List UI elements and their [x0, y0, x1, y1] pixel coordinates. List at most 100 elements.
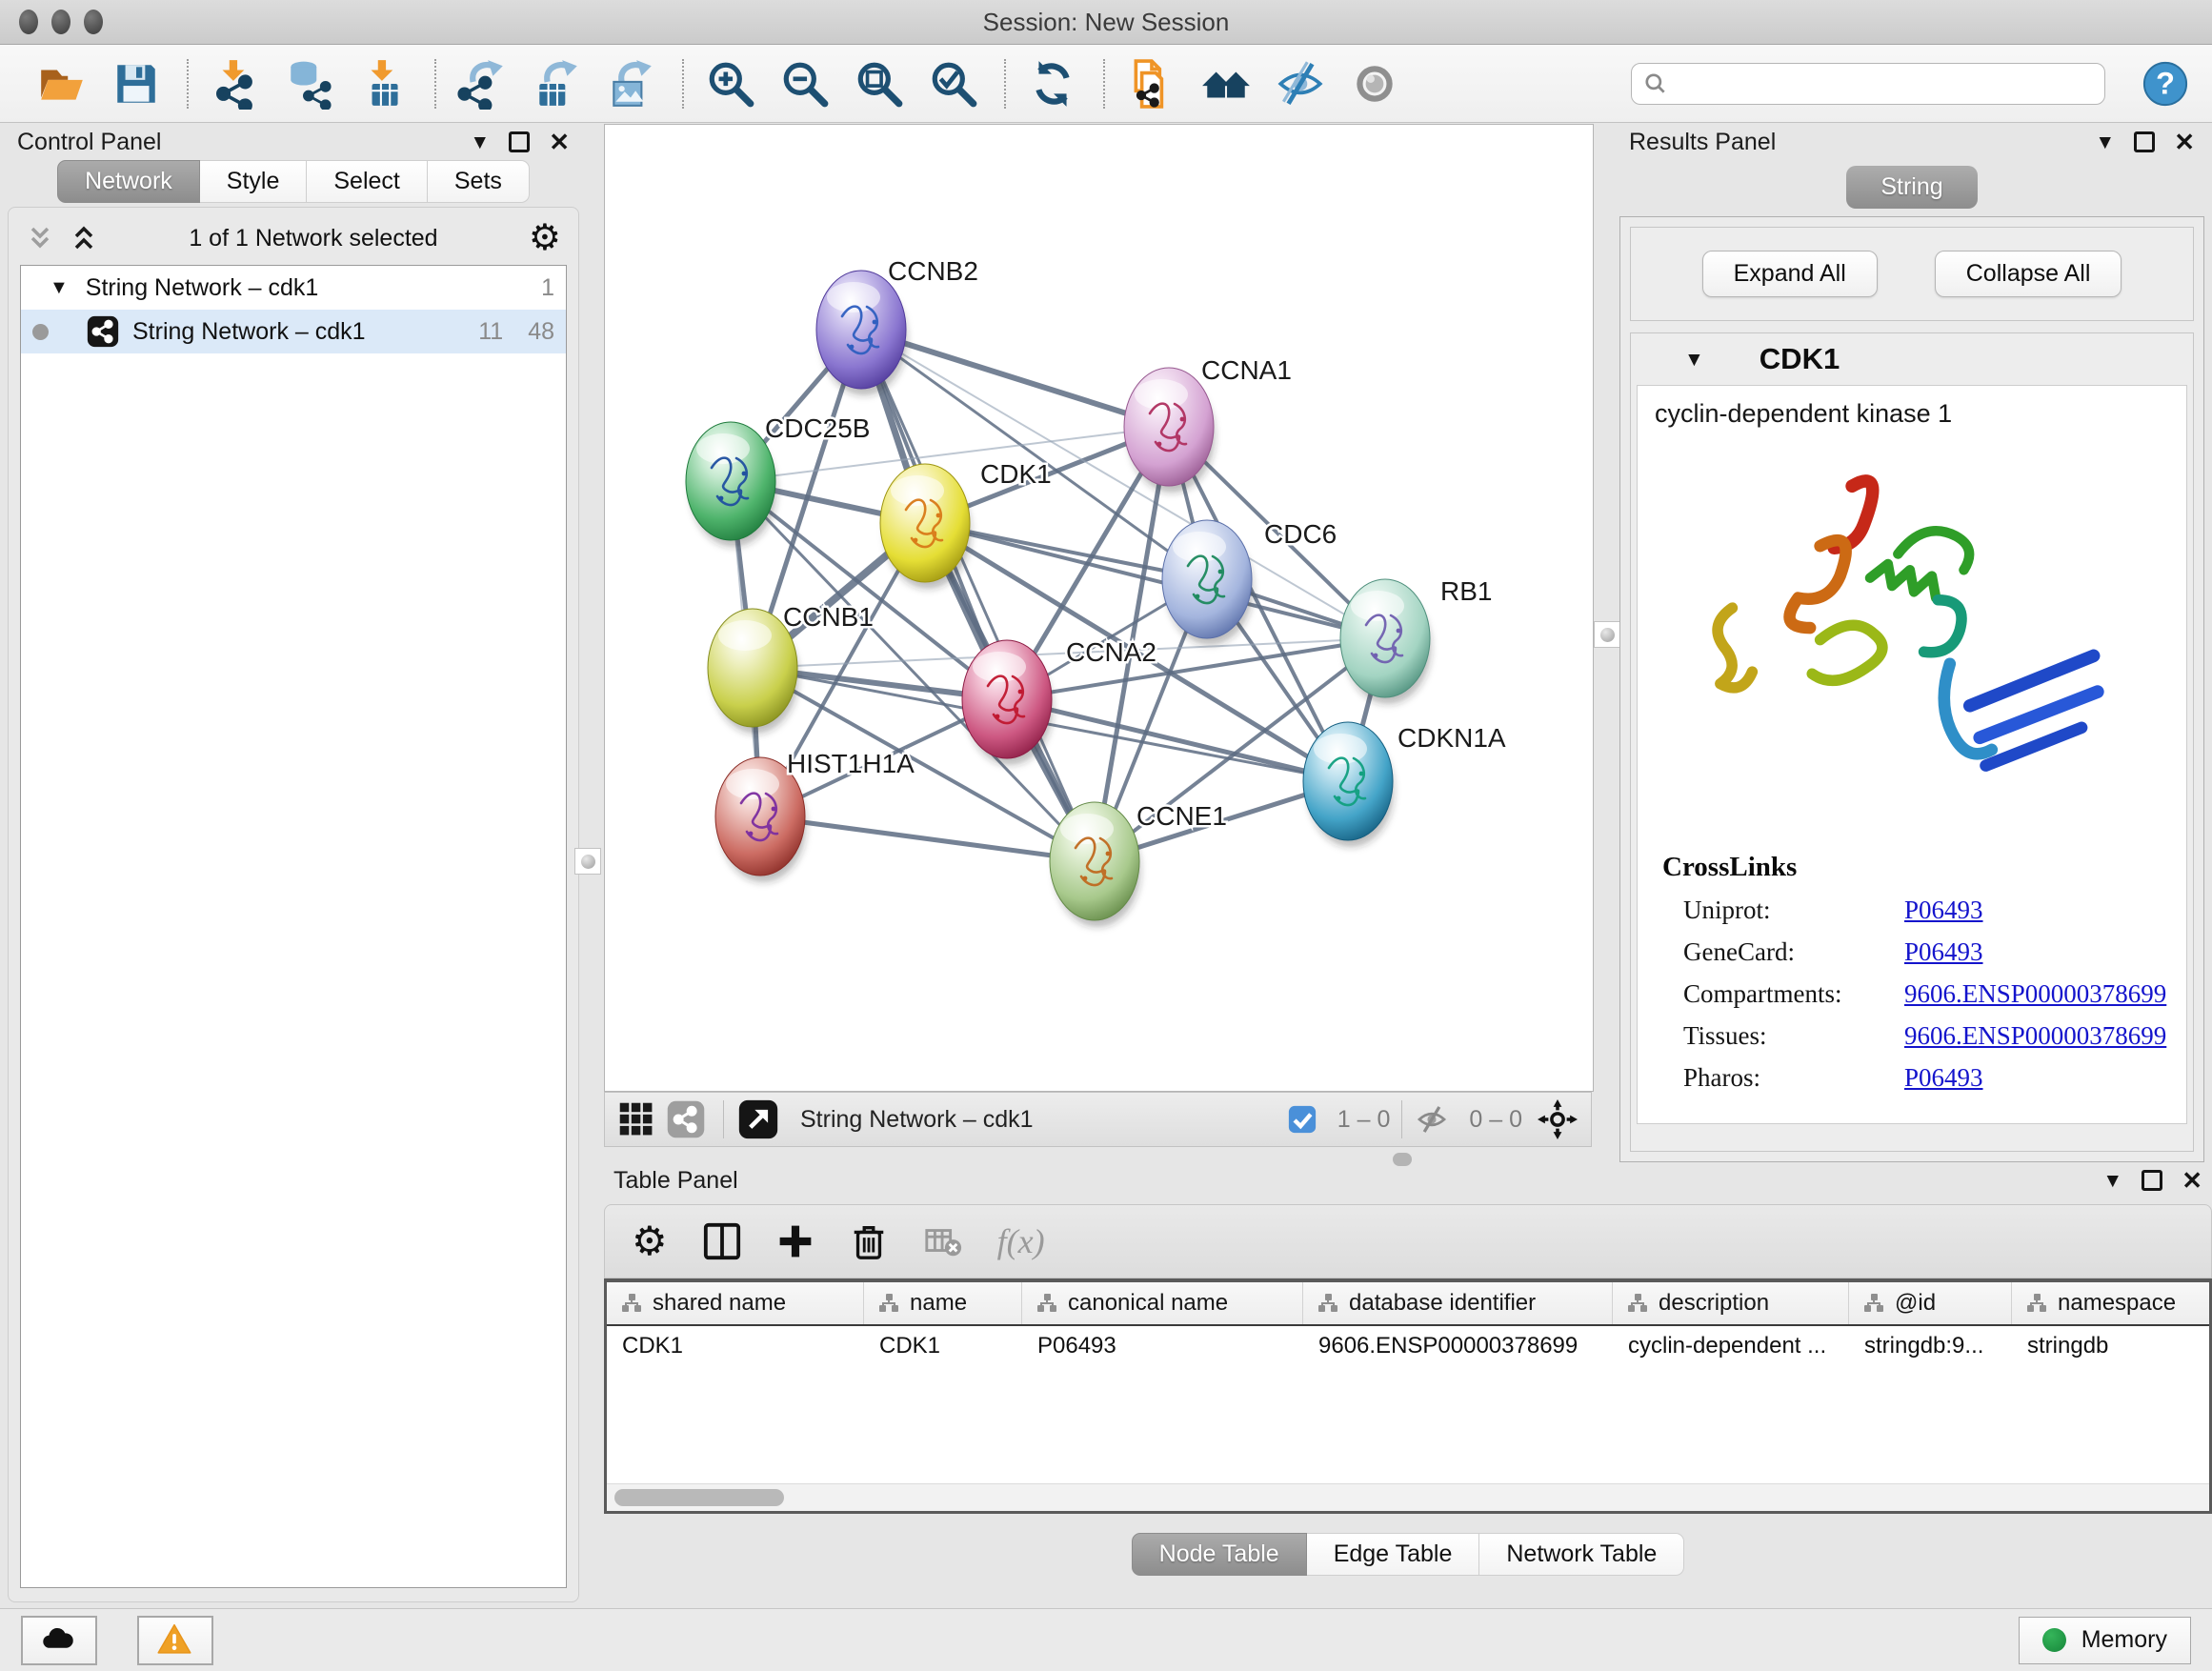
add-column-icon[interactable]	[776, 1222, 814, 1260]
cloud-status-button[interactable]	[21, 1616, 97, 1665]
network-edge-CCNA2-CDKN1A[interactable]	[1007, 699, 1348, 781]
search-field[interactable]	[1631, 63, 2105, 105]
help-icon[interactable]: ?	[2142, 60, 2189, 108]
column-header-database-identifier[interactable]: database identifier	[1303, 1282, 1613, 1324]
crosslink-link[interactable]: P06493	[1904, 937, 1983, 967]
column-label: namespace	[2058, 1290, 2176, 1317]
tab-string[interactable]: String	[1846, 166, 1977, 209]
column-header-name[interactable]: name	[864, 1282, 1022, 1324]
memory-button[interactable]: Memory	[2019, 1617, 2191, 1664]
refresh-icon[interactable]	[1023, 53, 1082, 114]
network-edge-CCNB2-CCNE1[interactable]	[861, 330, 1095, 861]
section-expander-icon[interactable]: ▼	[1684, 350, 1704, 370]
collapse-panel-icon[interactable]: ▼	[470, 132, 490, 152]
network-view-canvas[interactable]: CCNB2CCNA1CDC25BCDK1CDC6RB1CCNB1CCNA2CDK…	[604, 124, 1594, 1092]
table-options-gear-icon[interactable]: ⚙	[632, 1221, 668, 1261]
save-session-icon[interactable]	[107, 53, 166, 114]
table-cell[interactable]: CDK1	[607, 1333, 864, 1359]
float-panel-icon[interactable]	[509, 131, 530, 152]
export-image-icon[interactable]	[602, 53, 661, 114]
tab-style[interactable]: Style	[200, 160, 308, 203]
tab-sets[interactable]: Sets	[428, 160, 530, 203]
node-section-header[interactable]: ▼ CDK1	[1631, 333, 2193, 385]
export-table-icon[interactable]	[528, 53, 587, 114]
warnings-button[interactable]	[137, 1616, 213, 1665]
right-splitter-handle[interactable]	[1594, 621, 1620, 648]
crosslink-link[interactable]: P06493	[1904, 896, 1983, 925]
zoom-in-icon[interactable]	[701, 53, 760, 114]
table-cell[interactable]: stringdb	[2012, 1333, 2212, 1359]
tree-expander-icon[interactable]: ▼	[50, 277, 69, 299]
share-document-icon[interactable]	[1122, 53, 1181, 114]
open-session-icon[interactable]	[32, 53, 91, 114]
gray-lens-icon[interactable]	[1345, 53, 1404, 114]
float-panel-icon[interactable]	[2142, 1170, 2162, 1191]
collapse-all-button[interactable]: Collapse All	[1935, 251, 2122, 297]
network-node-CDC6[interactable]: CDC6	[1162, 519, 1337, 645]
column-header-canonical-name[interactable]: canonical name	[1022, 1282, 1303, 1324]
collapse-all-networks-icon[interactable]	[26, 224, 54, 252]
crosslink-link[interactable]: 9606.ENSP00000378699	[1904, 979, 2166, 1009]
network-node-CCNA2[interactable]: CCNA2	[962, 637, 1156, 765]
table-row[interactable]: CDK1CDK1P064939606.ENSP00000378699cyclin…	[607, 1326, 2209, 1366]
column-header-description[interactable]: description	[1613, 1282, 1849, 1324]
import-network-icon[interactable]	[206, 53, 265, 114]
table-cell[interactable]: stringdb:9...	[1849, 1333, 2012, 1359]
zoom-fit-icon[interactable]	[850, 53, 909, 114]
table-cell[interactable]: 9606.ENSP00000378699	[1303, 1333, 1613, 1359]
collapse-panel-icon[interactable]: ▼	[2102, 1171, 2122, 1191]
expand-all-button[interactable]: Expand All	[1702, 251, 1878, 297]
search-input[interactable]	[1676, 70, 2093, 98]
import-table-icon[interactable]	[354, 53, 413, 114]
scrollbar-thumb[interactable]	[614, 1489, 784, 1506]
tab-select[interactable]: Select	[307, 160, 427, 203]
float-panel-icon[interactable]	[2134, 131, 2155, 152]
network-node-RB1[interactable]: RB1	[1340, 576, 1492, 704]
eye-slash-icon[interactable]	[1271, 53, 1330, 114]
import-database-icon[interactable]	[280, 53, 339, 114]
network-options-gear-icon[interactable]: ⚙	[529, 220, 561, 256]
column-header-shared-name[interactable]: shared name	[607, 1282, 864, 1324]
zoom-selected-icon[interactable]	[924, 53, 983, 114]
left-splitter-handle[interactable]	[574, 848, 601, 875]
column-header--id[interactable]: @id	[1849, 1282, 2012, 1324]
network-edge-HIST1H1A-CCNE1[interactable]	[760, 816, 1095, 861]
crosslink-link[interactable]: 9606.ENSP00000378699	[1904, 1021, 2166, 1051]
network-row[interactable]: String Network – cdk1 11 48	[21, 310, 566, 353]
network-edge-CCNB2-CCNA1[interactable]	[861, 330, 1169, 427]
control-panel-header: Control Panel ▼ ✕	[8, 124, 579, 160]
table-horizontal-scrollbar[interactable]	[607, 1483, 2209, 1511]
expand-all-networks-icon[interactable]	[70, 224, 98, 252]
network-node-CCNB1[interactable]: CCNB1	[708, 602, 874, 734]
network-node-CCNB2[interactable]: CCNB2	[816, 256, 978, 395]
table-cell[interactable]: cyclin-dependent ...	[1613, 1333, 1849, 1359]
network-overview-icon[interactable]	[666, 1099, 706, 1139]
export-network-icon[interactable]	[453, 53, 513, 114]
network-node-CDKN1A[interactable]: CDKN1A	[1303, 722, 1506, 847]
delete-column-icon[interactable]	[849, 1221, 889, 1261]
close-panel-icon[interactable]: ✕	[549, 130, 570, 154]
grid-view-icon[interactable]	[618, 1101, 654, 1137]
collapse-panel-icon[interactable]: ▼	[2095, 132, 2115, 152]
network-collection-row[interactable]: ▼ String Network – cdk1 1	[21, 266, 566, 310]
tab-edge-table[interactable]: Edge Table	[1307, 1533, 1480, 1576]
table-cell[interactable]: CDK1	[864, 1333, 1022, 1359]
show-columns-icon[interactable]	[702, 1221, 742, 1261]
table-cell[interactable]: P06493	[1022, 1333, 1303, 1359]
network-node-HIST1H1A[interactable]: HIST1H1A	[715, 749, 915, 882]
network-node-CCNA1[interactable]: CCNA1	[1124, 355, 1292, 493]
network-node-CCNE1[interactable]: CCNE1	[1050, 801, 1227, 927]
crosslink-link[interactable]: P06493	[1904, 1063, 1983, 1093]
tab-network-table[interactable]: Network Table	[1479, 1533, 1684, 1576]
tab-network[interactable]: Network	[57, 160, 200, 203]
column-header-namespace[interactable]: namespace	[2012, 1282, 2212, 1324]
string-home-icon[interactable]	[1196, 53, 1256, 114]
detach-view-icon[interactable]	[737, 1098, 779, 1140]
close-panel-icon[interactable]: ✕	[2174, 130, 2195, 154]
birdseye-navigator-icon[interactable]	[1538, 1099, 1578, 1139]
tab-node-table[interactable]: Node Table	[1132, 1533, 1307, 1576]
close-panel-icon[interactable]: ✕	[2182, 1168, 2202, 1193]
zoom-out-icon[interactable]	[775, 53, 835, 114]
network-node-CDC25B[interactable]: CDC25B	[686, 413, 870, 547]
selected-checkbox-icon[interactable]	[1288, 1105, 1317, 1134]
